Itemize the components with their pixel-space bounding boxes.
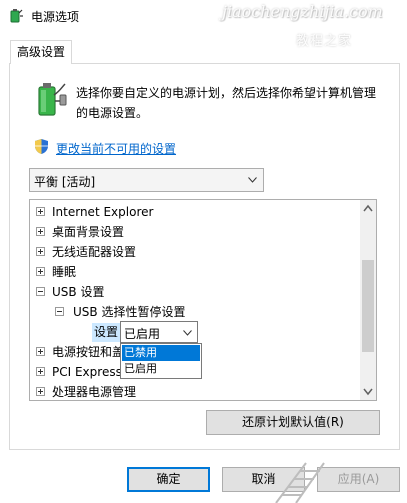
tree-item-label: USB 选择性暂停设置	[73, 305, 186, 319]
scroll-down-arrow-icon[interactable]	[360, 383, 376, 400]
expand-plus-icon[interactable]	[36, 227, 45, 236]
state-select-value: 已启用	[124, 327, 161, 341]
tree-item-label: PCI Express	[52, 365, 122, 379]
window-title: 电源选项	[31, 10, 80, 24]
power-options-icon	[10, 9, 23, 23]
watermark: jiaochengzhijia.com	[222, 2, 383, 21]
uac-shield-icon	[35, 139, 48, 154]
scroll-thumb[interactable]	[362, 260, 374, 352]
chevron-down-icon	[248, 177, 257, 183]
expand-plus-icon[interactable]	[36, 247, 45, 256]
expand-plus-icon[interactable]	[36, 387, 45, 396]
power-plan-select[interactable]: 平衡 [活动]	[29, 168, 264, 192]
scroll-up-arrow-icon[interactable]	[360, 200, 376, 217]
description-line-1: 选择你要自定义的电源计划，然后选择你希望计算机管理	[76, 86, 377, 100]
power-settings-tree[interactable]: Internet Explorer 桌面背景设置 无线适配器设置 睡眠 USB …	[29, 199, 377, 401]
setting-label: 设置	[92, 323, 121, 342]
expand-plus-icon[interactable]	[36, 267, 45, 276]
dropdown-option-disabled[interactable]: 已禁用	[122, 345, 200, 361]
tree-item-label: 睡眠	[52, 265, 77, 279]
tree-item-label: 处理器电源管理	[52, 385, 137, 399]
tree-scrollbar[interactable]	[360, 200, 376, 400]
watermark-subtext: 教程之家	[296, 34, 353, 49]
tree-item-label: 无线适配器设置	[52, 245, 137, 259]
description-line-2: 的电源设置。	[76, 106, 149, 120]
watermark-logo-icon	[275, 462, 325, 503]
collapse-minus-icon[interactable]	[36, 287, 45, 296]
tree-item-label: USB 设置	[52, 285, 105, 299]
change-unavailable-settings-link[interactable]: 更改当前不可用的设置	[56, 140, 176, 157]
battery-power-icon	[38, 83, 67, 116]
expand-plus-icon[interactable]	[36, 367, 45, 376]
dropdown-option-enabled[interactable]: 已启用	[122, 361, 200, 377]
tab-advanced-settings[interactable]: 高级设置	[10, 40, 72, 64]
plan-description: 选择你要自定义的电源计划，然后选择你希望计算机管理 的电源设置。	[76, 83, 386, 123]
chevron-down-icon	[183, 330, 192, 336]
tree-item-label: 电源按钮和盖	[52, 345, 125, 359]
expand-plus-icon[interactable]	[36, 347, 45, 356]
tree-item-label: 桌面背景设置	[52, 225, 125, 239]
expand-plus-icon[interactable]	[36, 207, 45, 216]
ok-button[interactable]: 确定	[127, 467, 210, 492]
restore-defaults-button[interactable]: 还原计划默认值(R)	[206, 410, 380, 435]
usb-suspend-state-select[interactable]: 已启用	[120, 321, 198, 343]
state-dropdown-list: 已禁用 已启用	[120, 343, 202, 379]
tree-item-label: Internet Explorer	[52, 205, 154, 219]
collapse-minus-icon[interactable]	[55, 307, 64, 316]
power-plan-value: 平衡 [活动]	[34, 175, 96, 189]
